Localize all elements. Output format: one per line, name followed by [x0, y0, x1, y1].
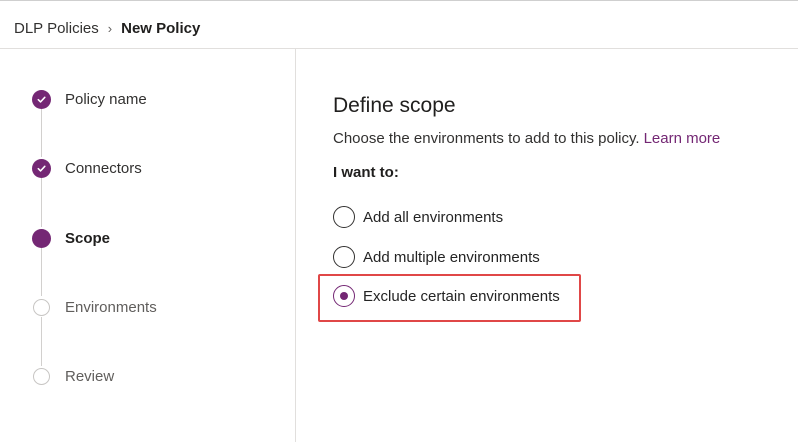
page-title: Define scope: [333, 94, 456, 117]
checkmark-icon: [32, 89, 51, 109]
radio-label: Add multiple environments: [363, 248, 540, 266]
step-label: Environments: [65, 298, 157, 316]
step-connectors[interactable]: Connectors: [32, 158, 142, 178]
step-label: Connectors: [65, 159, 142, 177]
radio-add-all-environments[interactable]: Add all environments: [333, 206, 503, 228]
top-border: [0, 0, 798, 1]
pending-step-circle-icon: [33, 367, 50, 385]
description-text: Choose the environments to add to this p…: [333, 130, 640, 147]
radio-selected-icon[interactable]: [333, 285, 355, 307]
radio-circle-icon[interactable]: [333, 206, 355, 228]
step-connector: [41, 317, 42, 366]
step-label: Scope: [65, 229, 111, 247]
radio-circle-icon[interactable]: [333, 246, 355, 268]
breadcrumb-dlp-policies[interactable]: DLP Policies: [14, 19, 99, 39]
sidebar-divider: [295, 49, 296, 442]
radio-dot: [340, 292, 348, 300]
current-step-dot-icon: [32, 228, 51, 248]
step-environments[interactable]: Environments: [32, 297, 157, 317]
scope-panel: Define scope Choose the environments to …: [333, 92, 720, 181]
step-label: Review: [65, 367, 115, 385]
step-policy-name[interactable]: Policy name: [32, 89, 147, 109]
step-connector: [41, 109, 42, 157]
step-scope[interactable]: Scope: [32, 228, 110, 248]
learn-more-link[interactable]: Learn more: [644, 130, 721, 147]
radio-add-multiple-environments[interactable]: Add multiple environments: [333, 246, 540, 268]
radio-label: Add all environments: [363, 208, 504, 226]
step-connector: [41, 248, 42, 296]
checkmark-icon: [32, 158, 51, 178]
step-connector: [41, 178, 42, 227]
chevron-right-icon: ›: [107, 21, 113, 36]
wizard-stepper: Policy name Connectors Scope Environment…: [0, 49, 295, 442]
pending-step-circle-icon: [33, 298, 50, 316]
radio-label: Exclude certain environments: [363, 287, 560, 305]
breadcrumb-current: New Policy: [121, 20, 201, 37]
scope-question: I want to:: [333, 164, 399, 181]
breadcrumb: DLP Policies › New Policy: [14, 19, 200, 39]
step-review[interactable]: Review: [32, 366, 114, 386]
step-label: Policy name: [65, 90, 147, 108]
scope-description: Choose the environments to add to this p…: [333, 129, 720, 149]
radio-exclude-certain-environments[interactable]: Exclude certain environments: [333, 285, 560, 307]
